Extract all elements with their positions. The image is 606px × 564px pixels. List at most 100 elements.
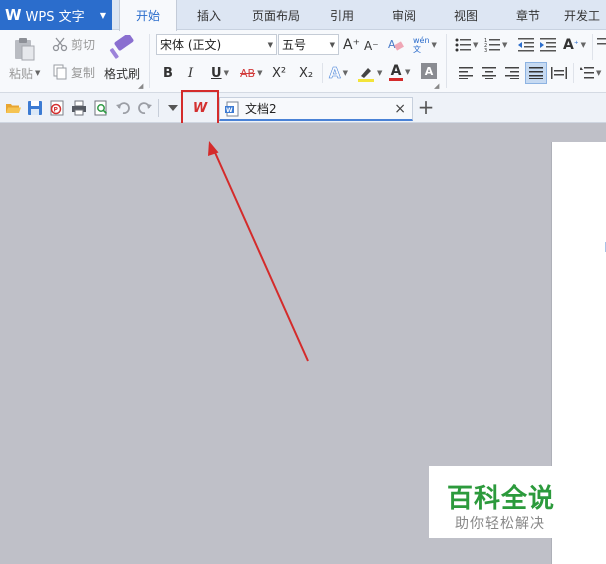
svg-text:A: A [388, 38, 396, 51]
phonetic-guide-icon: wén 文 [413, 36, 430, 54]
highlight-color-button[interactable]: ▼ [357, 63, 382, 83]
divider [573, 63, 574, 83]
chevron-down-icon: ▼ [267, 40, 273, 49]
font-color-button[interactable]: A ▼ [389, 61, 410, 83]
numbered-list-button[interactable]: 1 2 3 ▼ [484, 36, 507, 54]
text-style-icon: A [563, 37, 574, 53]
decrease-indent-button[interactable] [518, 37, 534, 53]
line-spacing-icon [580, 67, 594, 79]
chevron-down-icon: ▼ [35, 69, 41, 77]
tab-developer[interactable]: 开发工 [564, 0, 606, 30]
line-spacing-button[interactable]: ▼ [580, 65, 601, 81]
redo-icon[interactable] [137, 100, 153, 116]
numbered-list-icon: 1 2 3 [484, 38, 500, 52]
align-distributed-icon [551, 67, 567, 79]
document-tab-title: 文档2 [245, 102, 277, 116]
increase-indent-button[interactable] [540, 37, 556, 53]
wps-logo-icon: W [5, 6, 22, 24]
svg-text:P: P [54, 107, 59, 114]
font-color-icon: A [390, 62, 402, 79]
tab-home[interactable]: 开始 [119, 0, 177, 31]
tab-page-layout[interactable]: 页面布局 [240, 0, 312, 30]
tab-references[interactable]: 引用 [318, 0, 366, 30]
tab-review[interactable]: 审阅 [380, 0, 428, 30]
document-tab[interactable]: W 文档2 × [219, 97, 413, 121]
document-icon: W [225, 101, 239, 116]
character-shading-button[interactable]: A [421, 63, 437, 79]
chevron-down-icon: ▼ [223, 69, 229, 77]
underline-button[interactable]: U ▼ [211, 63, 229, 83]
align-center-icon [482, 67, 496, 79]
font-family-select[interactable]: 宋体 (正文) ▼ [156, 34, 277, 55]
paste-button[interactable] [11, 36, 39, 62]
watermark-title: 百科全说 [447, 484, 556, 514]
new-tab-button[interactable]: + [417, 97, 435, 119]
undo-icon[interactable] [115, 100, 131, 116]
phonetic-guide-button[interactable]: wén 文 ▼ [413, 33, 441, 57]
align-right-icon [505, 67, 519, 79]
align-left-icon [459, 67, 473, 79]
bullet-list-button[interactable]: ▼ [455, 36, 478, 54]
expand-icon[interactable]: ◢ [138, 82, 143, 90]
app-menu-button[interactable]: W WPS 文字 ▼ [0, 0, 112, 30]
justify-button[interactable] [525, 62, 547, 84]
chevron-down-icon: ▼ [329, 40, 335, 49]
quick-access-toolbar: P W W 文档2 × + [0, 93, 606, 123]
bold-button[interactable]: B [163, 63, 177, 83]
distributed-align-button[interactable] [551, 65, 567, 81]
subscript-button[interactable]: X₂ [299, 63, 313, 83]
watermark-subtitle: 助你轻松解决 [455, 516, 545, 532]
chevron-down-icon: ▼ [580, 41, 586, 49]
clear-format-button[interactable]: A [387, 35, 407, 55]
font-family-value: 宋体 (正文) [160, 38, 222, 52]
clipboard-icon [15, 38, 35, 61]
tab-view[interactable]: 视图 [442, 0, 490, 30]
font-size-value: 五号 [282, 38, 307, 52]
strikethrough-button[interactable]: AB ▼ [240, 63, 262, 83]
align-center-button[interactable] [482, 65, 496, 81]
indent-icon [540, 38, 556, 52]
eraser-icon: A [388, 38, 404, 51]
close-icon[interactable]: × [394, 101, 406, 117]
highlighter-icon [358, 68, 374, 82]
format-painter-button[interactable] [104, 34, 140, 64]
font-size-select[interactable]: 五号 ▼ [278, 34, 339, 55]
print-icon[interactable] [71, 100, 87, 116]
shrink-font-button[interactable]: A⁻ [364, 36, 380, 56]
outdent-icon [518, 38, 534, 52]
copy-icon [53, 64, 67, 80]
expand-icon[interactable]: ◢ [434, 82, 439, 90]
export-pdf-icon[interactable]: P [49, 100, 65, 116]
chevron-down-icon: ▼ [342, 69, 348, 77]
strikethrough-icon: AB [240, 66, 256, 80]
tab-insert[interactable]: 插入 [184, 0, 234, 30]
text-style-button[interactable]: A ⁺ ▼ [563, 35, 586, 55]
print-preview-icon[interactable] [93, 100, 109, 116]
paste-label-button[interactable]: 粘贴 ▼ [9, 65, 40, 81]
font-color-swatch [389, 77, 403, 81]
watermark-logo: 百科全说 助你轻松解决 [429, 466, 583, 538]
customize-toolbar-icon[interactable] [166, 102, 180, 114]
chevron-down-icon: ▼ [99, 10, 106, 20]
align-left-button[interactable] [459, 65, 473, 81]
ribbon-panel: 粘贴 ▼ 剪切 复制 格式刷 ◢ 宋体 (正文) ▼ 五号 ▼ A⁺ A⁻ A … [0, 30, 606, 93]
grow-font-button[interactable]: A⁺ [343, 35, 361, 55]
align-right-button[interactable] [505, 65, 519, 81]
open-folder-icon[interactable] [5, 100, 21, 116]
show-marks-button[interactable] [597, 37, 606, 53]
brush-icon [109, 35, 134, 59]
italic-button[interactable]: I [188, 63, 202, 83]
copy-button[interactable]: 复制 [52, 63, 95, 81]
superscript-button[interactable]: X² [272, 63, 286, 83]
ribbon-tab-bar: W WPS 文字 ▼ 开始 插入 页面布局 引用 审阅 视图 章节 开发工 [0, 0, 606, 31]
cut-button[interactable]: 剪切 [52, 35, 95, 53]
text-effects-button[interactable]: A ▼ [329, 63, 348, 83]
app-title: WPS 文字 [25, 9, 85, 25]
underline-icon: U [211, 65, 222, 81]
tab-section[interactable]: 章节 [504, 0, 552, 30]
copy-label: 复制 [71, 65, 96, 80]
cut-label: 剪切 [71, 37, 96, 52]
svg-text:W: W [226, 107, 233, 114]
divider [322, 63, 323, 83]
save-icon[interactable] [27, 100, 43, 116]
